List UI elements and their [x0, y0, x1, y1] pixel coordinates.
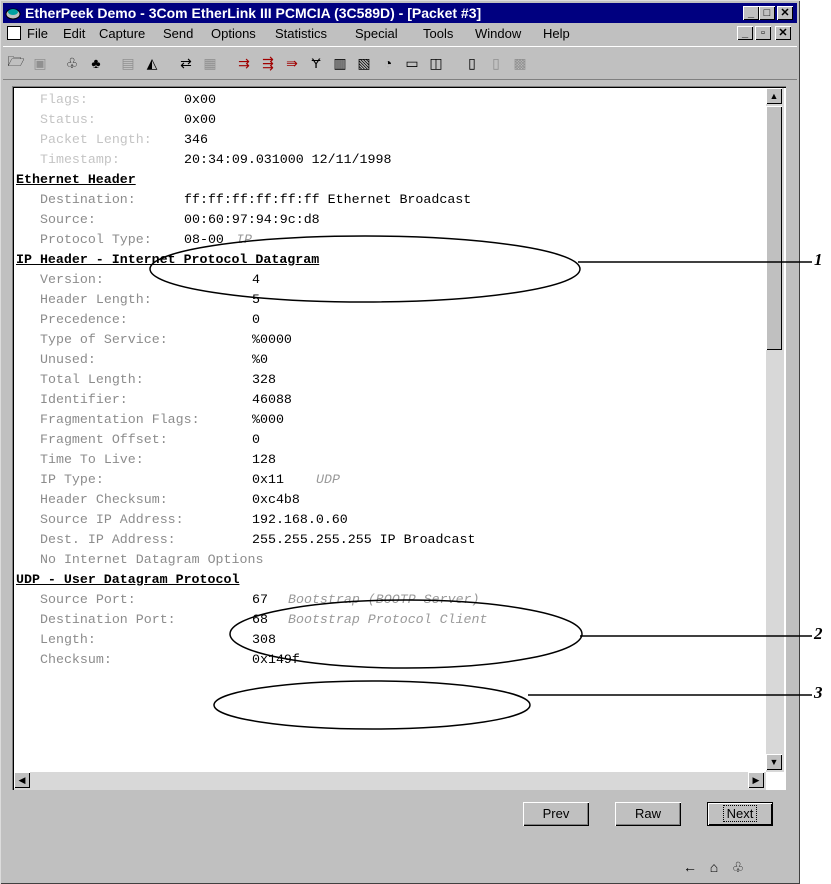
- annotation-label-1: 1: [814, 250, 823, 269]
- annotation-ellipse-1: [149, 235, 581, 303]
- annotation-overlay: [149, 235, 812, 730]
- annotation-ellipse-3: [213, 680, 531, 730]
- annotation-label-3: 3: [814, 683, 823, 702]
- annotation-label-2: 2: [814, 624, 823, 643]
- annotation-ellipse-2: [229, 599, 583, 669]
